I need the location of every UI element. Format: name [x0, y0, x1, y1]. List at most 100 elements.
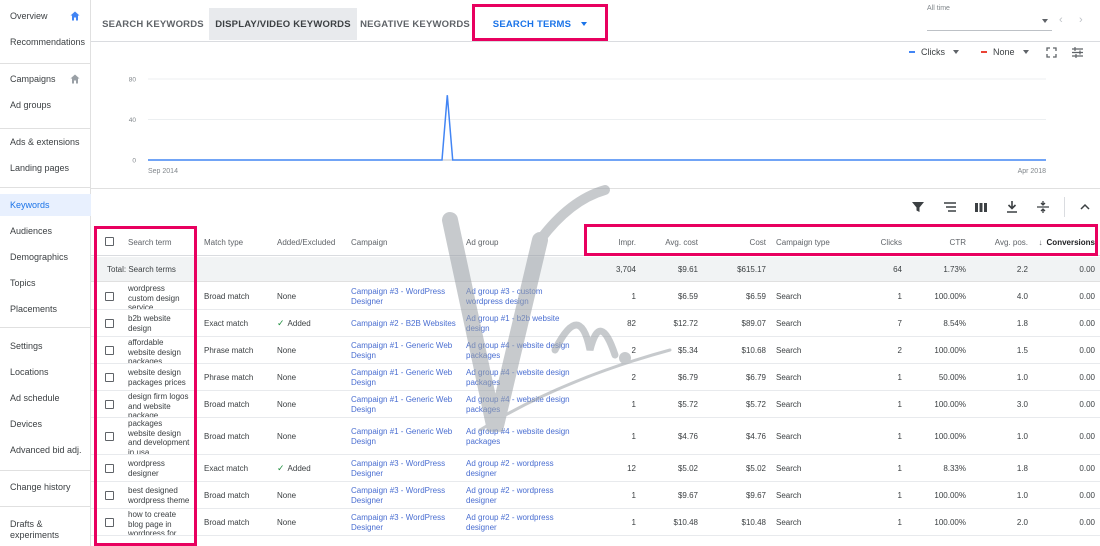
campaign-link[interactable]: Campaign #1 - Generic Web Design: [351, 337, 456, 364]
table-row[interactable]: packages website design and development …: [91, 418, 1100, 455]
sidebar-item-ads-extensions[interactable]: Ads & extensions: [10, 137, 88, 148]
table-row[interactable]: website design packages prices Phrase mat…: [91, 364, 1100, 391]
ad-group-link[interactable]: Ad group #2 - wordpress designer: [466, 509, 576, 536]
header-added-excluded[interactable]: Added/Excluded: [277, 238, 335, 248]
campaign-link[interactable]: Campaign #1 - Generic Web Design: [351, 391, 456, 418]
campaign-link-text: Campaign #2 - B2B Websites: [351, 318, 456, 328]
header-campaign[interactable]: Campaign: [351, 238, 387, 248]
tab-search-keywords[interactable]: SEARCH KEYWORDS: [97, 8, 209, 40]
table-row[interactable]: wordpress custom design service Broad mat…: [91, 283, 1100, 310]
cost-cell-text: $89.07: [741, 318, 766, 328]
header-ad-group[interactable]: Ad group: [466, 238, 498, 248]
expand-compress-icon[interactable]: [1036, 200, 1050, 214]
campaign-link-text: Campaign #3 - WordPress Designer: [351, 486, 446, 505]
campaign-link[interactable]: Campaign #3 - WordPress Designer: [351, 283, 456, 310]
avg-pos-cell-text: 1.5: [1016, 345, 1028, 355]
table-row[interactable]: affordable website design packages Phrase…: [91, 337, 1100, 364]
ad-group-link[interactable]: Ad group #3 - custom wordpress design: [466, 283, 576, 310]
campaign-link[interactable]: Campaign #2 - B2B Websites: [351, 310, 456, 337]
date-range-select[interactable]: [927, 30, 1052, 31]
sidebar-item-topics[interactable]: Topics: [10, 278, 88, 289]
ad-group-link[interactable]: Ad group #4 - website design packages: [466, 391, 576, 418]
avg-pos-cell-text: 3.0: [1016, 399, 1028, 409]
sidebar-item-drafts[interactable]: Drafts &: [10, 519, 88, 530]
chevron-left-icon[interactable]: ‹: [1059, 14, 1063, 26]
avg-cost-cell: $9.67: [646, 482, 698, 509]
sidebar-item-landing-pages[interactable]: Landing pages: [10, 163, 88, 174]
match-type-cell-text: Exact match: [204, 463, 249, 473]
sidebar-item-campaigns[interactable]: Campaigns: [10, 74, 88, 85]
collapse-up-icon[interactable]: [1078, 200, 1092, 214]
metric1-select[interactable]: Clicks: [909, 47, 959, 57]
ad-group-link-text: Ad group #2 - wordpress designer: [466, 513, 554, 532]
sidebar-item-demographics[interactable]: Demographics: [10, 252, 88, 263]
ad-group-link[interactable]: Ad group #4 - website design packages: [466, 337, 576, 364]
sidebar-item-locations[interactable]: Locations: [10, 367, 88, 378]
chevron-right-icon[interactable]: ›: [1079, 14, 1083, 26]
campaign-link[interactable]: Campaign #3 - WordPress Designer: [351, 482, 456, 509]
ad-group-link-text: Ad group #4 - website design packages: [466, 368, 570, 387]
avg-pos-cell: 1.8: [976, 455, 1028, 482]
match-type-cell-text: Broad match: [204, 431, 250, 441]
impr-cell-text: 1: [631, 490, 636, 500]
cost-cell-text: $5.72: [745, 399, 766, 409]
impr-cell-text: 2: [631, 345, 636, 355]
ad-group-link[interactable]: Ad group #2 - wordpress designer: [466, 482, 576, 509]
campaign-type-cell-text: Search: [776, 490, 802, 500]
table-row[interactable]: b2b website design Exact match ✓ Added Campa…: [91, 310, 1100, 337]
campaign-link[interactable]: Campaign #3 - WordPress Designer: [351, 509, 456, 536]
match-type-cell: Broad match: [204, 418, 249, 455]
table-row[interactable]: best designed wordpress theme Broad match…: [91, 482, 1100, 509]
sidebar-item-label: Overview: [10, 11, 48, 21]
columns-icon[interactable]: [974, 200, 988, 214]
sidebar-item-audiences[interactable]: Audiences: [10, 226, 88, 237]
sidebar-item-settings[interactable]: Settings: [10, 341, 88, 352]
download-icon[interactable]: [1005, 200, 1019, 214]
campaign-link[interactable]: Campaign #3 - WordPress Designer: [351, 455, 456, 482]
tab-display-video-keywords[interactable]: DISPLAY/VIDEO KEYWORDS: [209, 8, 357, 40]
ctr-cell: 100.00%: [911, 482, 966, 509]
sidebar-item-devices[interactable]: Devices: [10, 419, 88, 430]
sidebar-item-advanced-bid-adj[interactable]: Advanced bid adj.: [10, 445, 88, 456]
ctr-cell: 100.00%: [911, 418, 966, 455]
impr-cell: 2: [601, 364, 636, 391]
clicks-cell: 1: [851, 455, 902, 482]
sidebar-item-experiments[interactable]: experiments: [10, 530, 88, 541]
metric2-select[interactable]: None: [981, 47, 1029, 57]
conversions-cell: 0.00: [1031, 283, 1095, 310]
fullscreen-icon[interactable]: [1046, 47, 1057, 58]
sidebar-item-keywords[interactable]: Keywords: [10, 200, 88, 211]
sidebar-item-ad-schedule[interactable]: Ad schedule: [10, 393, 88, 404]
table-row[interactable]: design firm logos and website package Bro…: [91, 391, 1100, 418]
chevron-down-icon[interactable]: [1042, 19, 1048, 23]
ad-group-link[interactable]: Ad group #4 - website design packages: [466, 418, 576, 455]
sidebar-item-change-history[interactable]: Change history: [10, 482, 88, 493]
segment-icon[interactable]: [943, 200, 957, 214]
campaign-link[interactable]: Campaign #1 - Generic Web Design: [351, 418, 456, 455]
cost-cell-text: $4.76: [745, 431, 766, 441]
campaign-link[interactable]: Campaign #1 - Generic Web Design: [351, 364, 456, 391]
impr-cell: 82: [601, 310, 636, 337]
ad-group-link-text: Ad group #2 - wordpress designer: [466, 486, 554, 505]
tab-negative-keywords[interactable]: NEGATIVE KEYWORDS: [359, 8, 471, 40]
cost-cell-text: $5.02: [745, 463, 766, 473]
chart-divider: [91, 188, 1100, 189]
table-row[interactable]: how to create blog page in wordpress for…: [91, 509, 1100, 536]
chart-settings-icon[interactable]: [1071, 46, 1084, 59]
header-match-type[interactable]: Match type: [204, 238, 243, 248]
ad-group-link[interactable]: Ad group #1 - b2b website design: [466, 310, 576, 337]
filter-icon[interactable]: [911, 200, 925, 214]
metric2-label: None: [993, 47, 1015, 57]
ad-group-link[interactable]: Ad group #4 - website design packages: [466, 364, 576, 391]
table-row[interactable]: wordpress designer Exact match ✓ Added Campa…: [91, 455, 1100, 482]
sidebar-item-recommendations[interactable]: Recommendations: [10, 37, 88, 48]
avg-pos-cell-text: 2.0: [1016, 517, 1028, 527]
sidebar-item-ad-groups[interactable]: Ad groups: [10, 100, 88, 111]
sidebar-item-placements[interactable]: Placements: [10, 304, 88, 315]
campaign-type-cell-text: Search: [776, 345, 802, 355]
sidebar-item-overview[interactable]: Overview: [10, 11, 88, 22]
match-type-cell-text: Phrase match: [204, 345, 254, 355]
ad-group-link[interactable]: Ad group #2 - wordpress designer: [466, 455, 576, 482]
sidebar-item-label: Placements: [10, 304, 58, 314]
conversions-cell: 0.00: [1031, 418, 1095, 455]
